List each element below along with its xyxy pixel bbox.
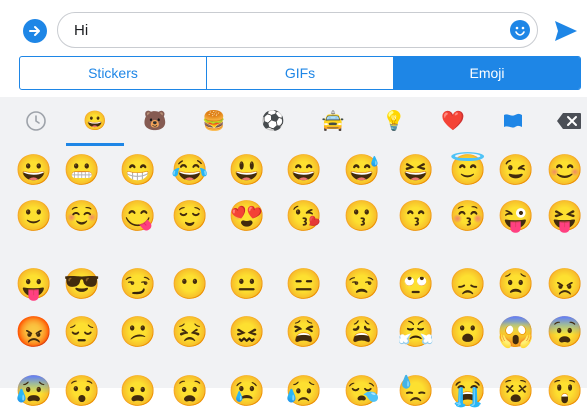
emoji-key[interactable]: 🙄 <box>394 263 438 307</box>
emoji-key[interactable]: 😌 <box>168 195 212 239</box>
expand-button[interactable] <box>23 19 47 43</box>
emoji-key[interactable]: 😎 <box>60 263 104 307</box>
tab-gifs[interactable]: GIFs <box>207 57 394 89</box>
emoji-toggle-button[interactable] <box>510 20 530 40</box>
emoji-key[interactable]: 😟 <box>494 263 538 307</box>
emoji-key[interactable]: 😠 <box>543 263 587 307</box>
emoji-key[interactable]: 😉 <box>494 149 538 193</box>
emoji-key[interactable]: 😝 <box>543 195 587 239</box>
emoji-key[interactable]: 😭 <box>446 370 490 414</box>
category-symbols[interactable]: ❤️ <box>424 97 482 144</box>
emoji-key[interactable]: 🙂 <box>12 195 56 239</box>
message-input[interactable]: Hi <box>57 12 538 48</box>
category-objects[interactable]: 💡 <box>365 97 423 144</box>
emoji-key[interactable]: 😔 <box>60 311 104 355</box>
category-travel[interactable]: 🚖 <box>304 97 362 144</box>
emoji-key[interactable]: 😆 <box>394 149 438 193</box>
message-text: Hi <box>74 22 89 39</box>
emoji-key[interactable]: 😕 <box>116 311 160 355</box>
bear-icon: 🐻 <box>143 110 167 132</box>
smileys-icon: 😀 <box>83 110 107 132</box>
emoji-key[interactable]: 😃 <box>225 149 269 193</box>
emoji-key[interactable]: 😛 <box>12 263 56 307</box>
emoji-key[interactable]: 😒 <box>340 263 384 307</box>
emoji-key[interactable]: 😀 <box>12 149 56 193</box>
emoji-key[interactable]: 😋 <box>116 195 160 239</box>
emoji-grid: 😀 😬 😁 😂 😃 😄 😅 😆 😇 😉 😊 🙂 ☺️ 😋 😌 😍 😘 😗 😙 😚 😜 😝 😛 😎 😏 😶 😐 😑 😒 🙄 😞 😟 😠 😡 😔 😕 😣 😖 😫… <box>0 146 587 408</box>
compose-bar: Hi <box>0 0 587 55</box>
emoji-key[interactable]: 😦 <box>116 370 160 414</box>
emoji-key[interactable]: 😮 <box>446 311 490 355</box>
emoji-key[interactable]: 😯 <box>60 370 104 414</box>
emoji-key[interactable]: 😵 <box>494 370 538 414</box>
category-recent[interactable] <box>7 97 65 144</box>
emoji-key[interactable]: 😂 <box>168 149 212 193</box>
send-icon <box>555 21 577 41</box>
burger-icon: 🍔 <box>202 110 226 132</box>
category-animals[interactable]: 🐻 <box>126 97 184 144</box>
emoji-key[interactable]: 😅 <box>340 149 384 193</box>
emoji-key[interactable]: 😶 <box>168 263 212 307</box>
category-food[interactable]: 🍔 <box>185 97 243 144</box>
backspace-icon <box>557 113 581 129</box>
emoji-key[interactable]: 😚 <box>446 195 490 239</box>
tab-stickers[interactable]: Stickers <box>20 57 207 89</box>
emoji-key[interactable]: 😱 <box>494 311 538 355</box>
category-flags[interactable] <box>484 97 542 144</box>
emoji-key[interactable]: 😰 <box>12 370 56 414</box>
emoji-key[interactable]: 😧 <box>168 370 212 414</box>
backspace-button[interactable] <box>556 112 582 130</box>
emoji-key[interactable]: 😣 <box>168 311 212 355</box>
emoji-key[interactable]: 😏 <box>116 263 160 307</box>
emoji-key[interactable]: 😜 <box>494 195 538 239</box>
emoji-key[interactable]: 😇 <box>446 149 490 193</box>
lightbulb-icon: 💡 <box>382 110 406 132</box>
emoji-category-bar: 😀 🐻 🍔 ⚽ 🚖 💡 ❤️ <box>0 97 587 147</box>
emoji-key[interactable]: 😫 <box>282 311 326 355</box>
emoji-key[interactable]: 😍 <box>225 195 269 239</box>
emoji-key[interactable]: 😘 <box>282 195 326 239</box>
emoji-key[interactable]: ☺️ <box>60 195 104 239</box>
emoji-key[interactable]: 😩 <box>340 311 384 355</box>
emoji-key[interactable]: 😗 <box>340 195 384 239</box>
emoji-key[interactable]: 😓 <box>394 370 438 414</box>
emoji-key[interactable]: 😐 <box>225 263 269 307</box>
emoji-key[interactable]: 😊 <box>543 149 587 193</box>
emoji-key[interactable]: 😨 <box>543 311 587 355</box>
emoji-key[interactable]: 😁 <box>116 149 160 193</box>
soccer-ball-icon: ⚽ <box>261 110 285 132</box>
emoji-key[interactable]: 😲 <box>543 370 587 414</box>
send-button[interactable] <box>554 20 578 42</box>
smile-icon <box>515 26 525 36</box>
taxi-icon: 🚖 <box>321 110 345 132</box>
tab-emoji[interactable]: Emoji <box>394 57 580 89</box>
emoji-key[interactable]: 😡 <box>12 311 56 355</box>
media-tabs: Stickers GIFs Emoji <box>19 56 581 90</box>
arrow-right-icon <box>29 26 40 36</box>
emoji-key[interactable]: 😬 <box>60 149 104 193</box>
category-smileys[interactable]: 😀 <box>66 97 124 144</box>
emoji-key[interactable]: 😪 <box>340 370 384 414</box>
emoji-key[interactable]: 😄 <box>282 149 326 193</box>
clock-icon <box>26 110 46 131</box>
emoji-key[interactable]: 😞 <box>446 263 490 307</box>
category-activity[interactable]: ⚽ <box>244 97 302 144</box>
flag-icon <box>504 113 522 128</box>
emoji-key[interactable]: 😥 <box>282 370 326 414</box>
emoji-key[interactable]: 😙 <box>394 195 438 239</box>
emoji-key[interactable]: 😖 <box>225 311 269 355</box>
emoji-key[interactable]: 😢 <box>225 370 269 414</box>
heart-icon: ❤️ <box>441 110 465 132</box>
emoji-key[interactable]: 😤 <box>394 311 438 355</box>
emoji-key[interactable]: 😑 <box>282 263 326 307</box>
